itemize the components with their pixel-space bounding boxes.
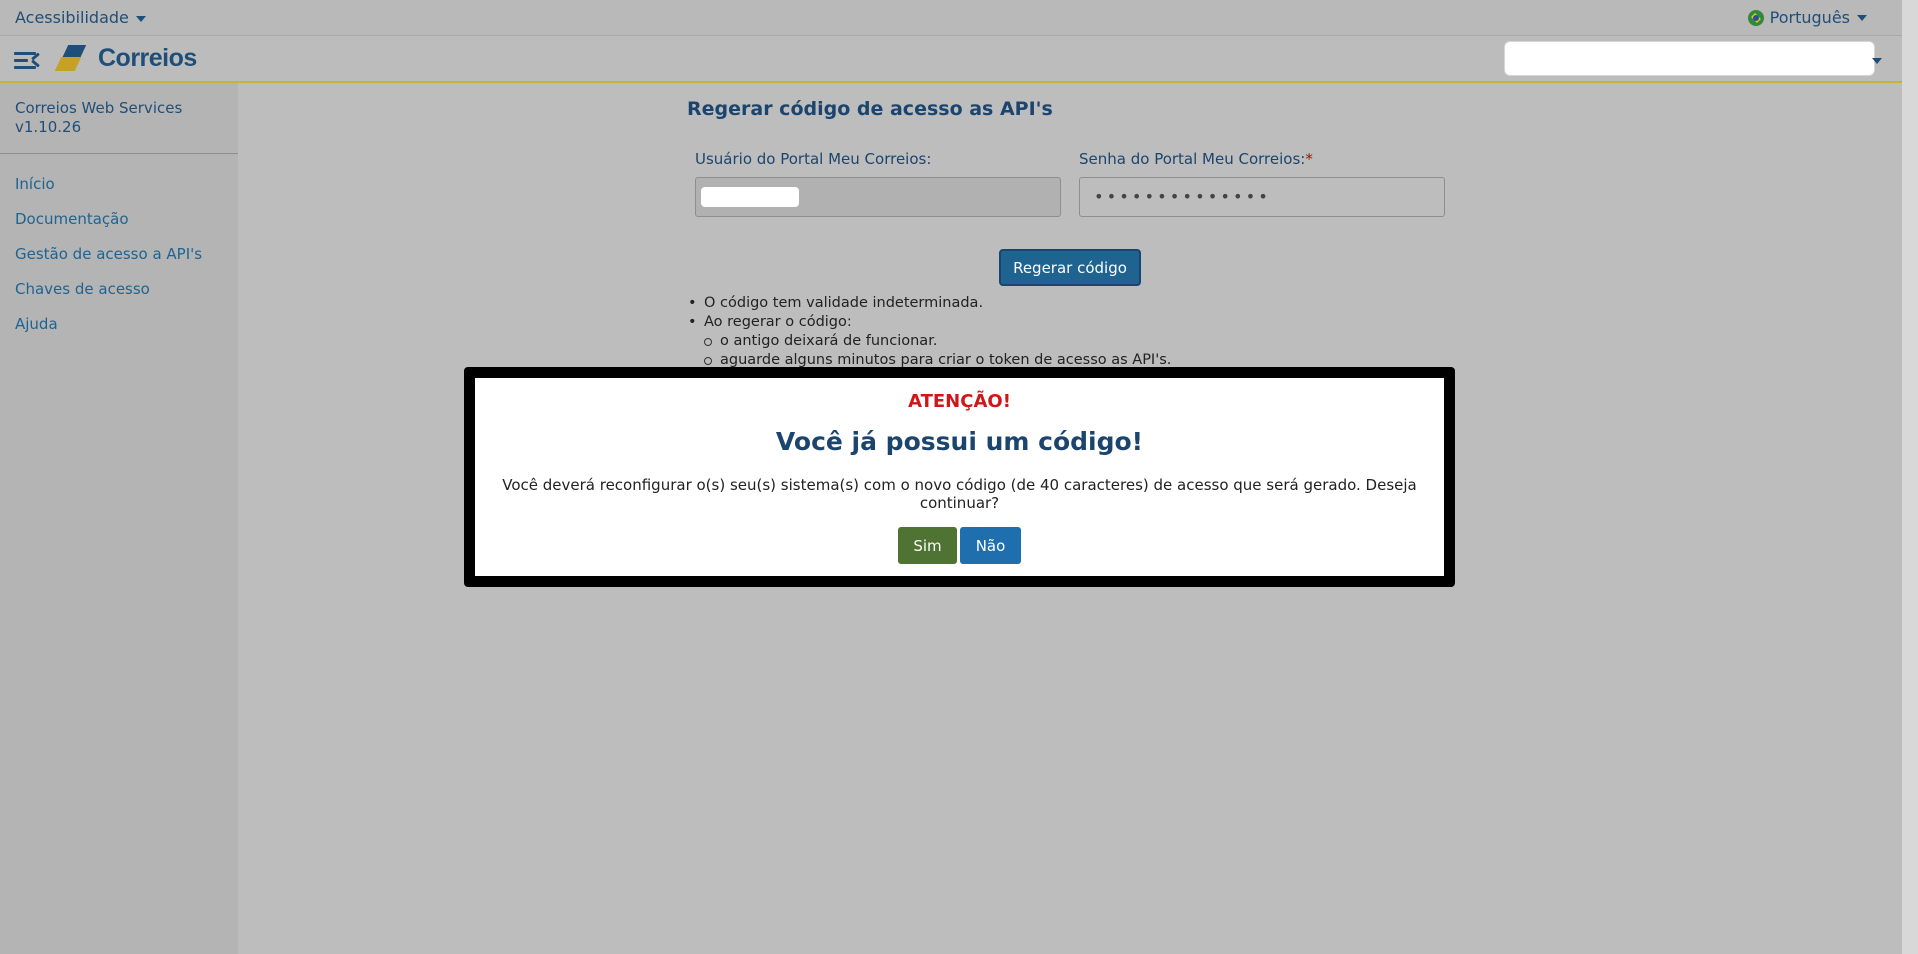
accessibility-menu[interactable]: Acessibilidade xyxy=(15,8,146,27)
brand-name: Correios xyxy=(98,44,197,72)
sidebar-item-inicio[interactable]: Início xyxy=(15,175,202,210)
divider xyxy=(0,153,238,154)
sub-list-item: o antigo deixará de funcionar. xyxy=(687,332,1171,351)
dialog-title: Você já possui um código! xyxy=(775,427,1144,456)
sidebar: Correios Web Services v1.10.26 Início Do… xyxy=(0,83,238,954)
list-item: Ao regerar o código: xyxy=(687,313,1171,332)
required-mark: * xyxy=(1305,150,1313,168)
language-selector[interactable]: Português xyxy=(1747,8,1867,27)
correios-logo-icon xyxy=(54,44,96,73)
sidebar-item-ajuda[interactable]: Ajuda xyxy=(15,315,202,350)
redacted-user-value xyxy=(701,187,799,207)
app-version: v1.10.26 xyxy=(15,118,82,136)
user-label: Usuário do Portal Meu Correios: xyxy=(695,150,932,168)
accessibility-bar: Acessibilidade Português xyxy=(0,0,1902,36)
password-field[interactable]: •••••••••••••• xyxy=(1079,177,1445,217)
chevron-down-icon[interactable] xyxy=(1872,58,1882,64)
app-name: Correios Web Services v1.10.26 xyxy=(15,99,182,137)
info-list: O código tem validade indeterminada. Ao … xyxy=(687,294,1171,370)
sidebar-item-documentacao[interactable]: Documentação xyxy=(15,210,202,245)
app-title: Correios Web Services xyxy=(15,99,183,117)
page-title: Regerar código de acesso as API's xyxy=(687,98,1053,120)
password-value: •••••••••••••• xyxy=(1094,187,1271,206)
regen-code-button[interactable]: Regerar código xyxy=(999,249,1141,286)
menu-toggle-icon[interactable] xyxy=(14,50,40,70)
yes-button[interactable]: Sim xyxy=(898,527,957,564)
accessibility-label: Acessibilidade xyxy=(15,8,129,27)
chevron-down-icon xyxy=(1857,14,1867,21)
sidebar-item-gestao-acesso[interactable]: Gestão de acesso a API's xyxy=(15,245,202,280)
scrollbar[interactable] xyxy=(1902,0,1918,954)
header-search-input[interactable] xyxy=(1504,41,1875,76)
sidebar-nav: Início Documentação Gestão de acesso a A… xyxy=(15,175,202,350)
password-label-wrap: Senha do Portal Meu Correios:* xyxy=(1079,150,1313,168)
chevron-down-icon xyxy=(135,15,146,22)
user-field[interactable] xyxy=(695,177,1061,217)
language-label: Português xyxy=(1769,8,1850,27)
confirm-dialog: ATENÇÃO! Você já possui um código! Você … xyxy=(464,367,1455,587)
no-button[interactable]: Não xyxy=(960,527,1021,564)
dialog-warning: ATENÇÃO! xyxy=(908,391,1011,412)
correios-logo[interactable]: Correios xyxy=(54,44,197,73)
dialog-message: Você deverá reconfigurar o(s) seu(s) sis… xyxy=(502,476,1417,512)
dialog-actions: Sim Não xyxy=(475,527,1444,564)
password-label: Senha do Portal Meu Correios: xyxy=(1079,150,1306,168)
brazil-flag-icon xyxy=(1747,9,1764,26)
header: Correios xyxy=(0,36,1902,83)
confirm-dialog-body: ATENÇÃO! Você já possui um código! Você … xyxy=(475,378,1444,576)
list-item: O código tem validade indeterminada. xyxy=(687,294,1171,313)
sidebar-item-chaves-acesso[interactable]: Chaves de acesso xyxy=(15,280,202,315)
